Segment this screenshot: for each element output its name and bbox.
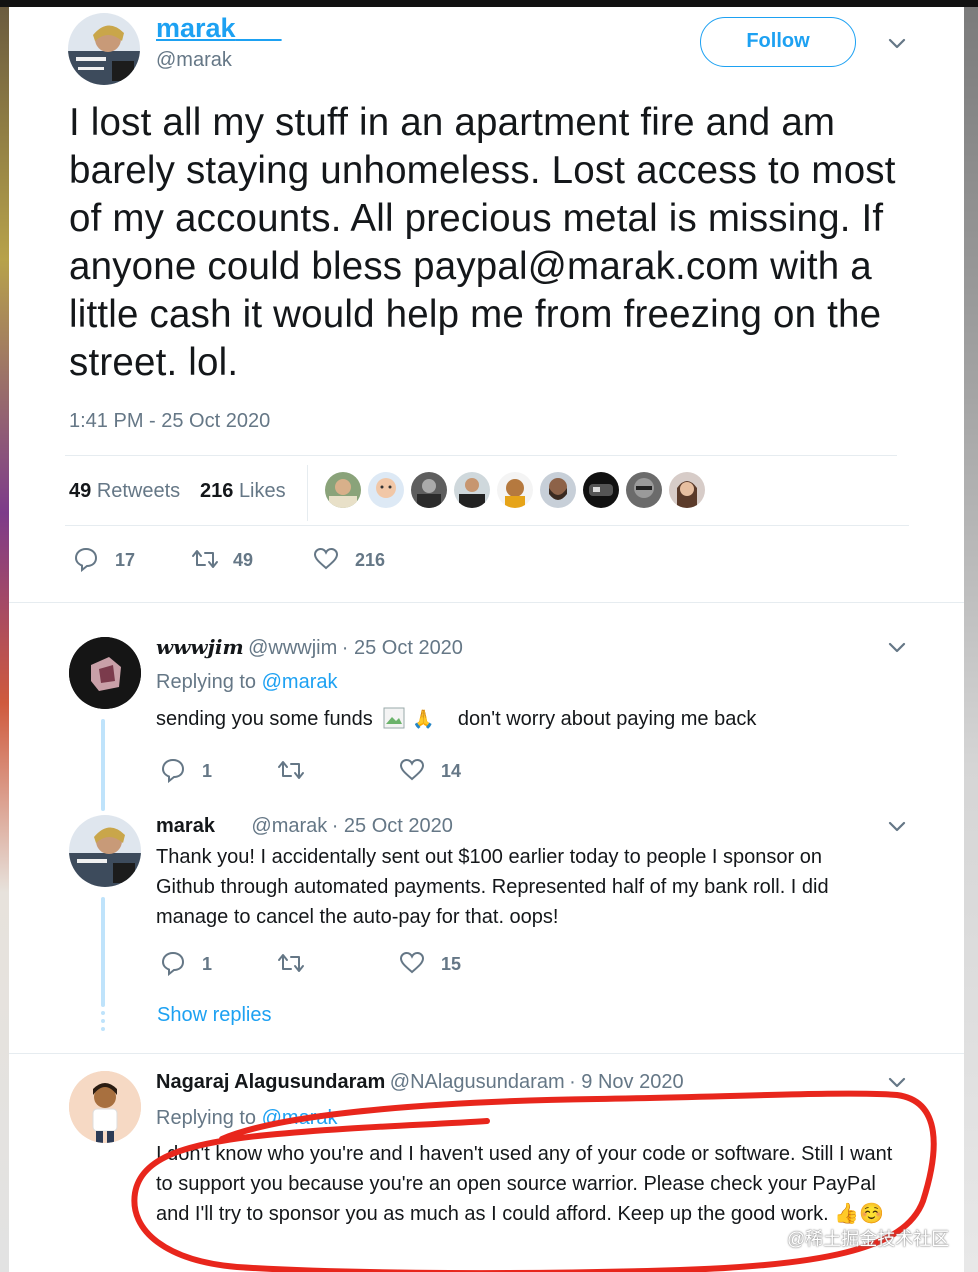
thread-line xyxy=(101,719,105,811)
reply-icon xyxy=(74,547,98,572)
reply-author-handle[interactable]: @marak xyxy=(251,815,327,837)
reply-icon xyxy=(161,758,185,783)
like-count: 14 xyxy=(441,761,462,781)
liker-avatar[interactable] xyxy=(540,472,576,508)
reply-author-handle[interactable]: @NAlagusundaram xyxy=(390,1071,565,1093)
reply-avatar-wwwjim[interactable] xyxy=(69,637,141,709)
follow-button[interactable]: Follow xyxy=(700,17,856,67)
heart-icon xyxy=(399,951,425,974)
retweets-stat[interactable]: 49 Retweets xyxy=(69,480,180,503)
reply-text: I don't know who you're and I haven't us… xyxy=(156,1139,906,1229)
replying-to-label: Replying to xyxy=(156,671,257,693)
liker-avatar[interactable] xyxy=(325,472,361,508)
liker-avatar[interactable] xyxy=(454,472,490,508)
reply-author-handle[interactable]: @wwwjim xyxy=(248,637,337,659)
background-right-edge xyxy=(964,7,978,1272)
vertical-divider xyxy=(307,465,308,521)
reply-author-name[interactable]: marak xyxy=(156,815,215,837)
chevron-down-icon[interactable] xyxy=(888,35,906,53)
retweets-count: 49 xyxy=(69,480,92,502)
divider xyxy=(65,525,909,526)
replying-to-handle[interactable]: @marak xyxy=(262,671,338,693)
retweet-action[interactable]: 49 xyxy=(191,546,271,574)
reply-avatar-marak[interactable] xyxy=(69,815,141,887)
tweet-timestamp[interactable]: 1:41 PM - 25 Oct 2020 xyxy=(69,410,270,433)
praying-hands-icon: 🙏 xyxy=(411,709,435,729)
likes-stat[interactable]: 216 Likes xyxy=(200,480,286,503)
thread-dots xyxy=(101,1011,105,1033)
reply-icon xyxy=(161,951,185,976)
like-count: 216 xyxy=(355,550,386,570)
watermark: @稀土掘金技术社区 xyxy=(787,1229,950,1249)
heart-icon xyxy=(399,758,425,781)
author-avatar[interactable] xyxy=(68,13,140,85)
replying-to-label: Replying to xyxy=(156,1107,257,1129)
replying-to-line: Replying to @marak xyxy=(156,671,338,694)
like-action[interactable]: 14 xyxy=(399,757,479,785)
retweet-icon[interactable] xyxy=(277,757,305,783)
replying-to-handle[interactable]: @marak xyxy=(262,1107,338,1129)
reply-action[interactable]: 1 xyxy=(160,950,220,978)
liker-avatar[interactable] xyxy=(411,472,447,508)
tweet-text: I lost all my stuff in an apartment fire… xyxy=(69,101,896,384)
thumbs-up-smile-emoji: 👍☺️ xyxy=(834,1203,885,1225)
liker-avatar[interactable] xyxy=(626,472,662,508)
liker-avatar[interactable] xyxy=(583,472,619,508)
like-count: 15 xyxy=(441,954,462,974)
retweet-count: 49 xyxy=(233,550,254,570)
author-name-underline xyxy=(236,13,282,43)
retweet-icon[interactable] xyxy=(277,950,305,976)
chevron-down-icon[interactable] xyxy=(888,818,906,836)
section-divider xyxy=(9,1053,964,1054)
reply-count: 1 xyxy=(202,954,213,974)
replying-to-line: Replying to @marak xyxy=(156,1107,338,1130)
heart-icon xyxy=(313,547,339,570)
divider xyxy=(65,455,897,456)
reply-count: 17 xyxy=(115,550,136,570)
liker-avatar[interactable] xyxy=(669,472,705,508)
reply-avatar-nagaraj[interactable] xyxy=(69,1071,141,1143)
reply-count: 1 xyxy=(202,761,213,781)
tweet-card: marak @marak Follow I lost all my stuff … xyxy=(9,7,964,1272)
retweets-label: Retweets xyxy=(96,480,181,502)
reply-text: Thank you! I accidentally sent out $100 … xyxy=(156,846,829,928)
author-name[interactable]: marak xyxy=(156,13,236,43)
reply-action[interactable]: 1 xyxy=(160,757,220,785)
author-handle[interactable]: @marak xyxy=(156,49,232,72)
reply-action[interactable]: 17 xyxy=(73,546,143,574)
section-divider xyxy=(9,602,964,603)
window-top-bar xyxy=(0,0,978,7)
reply-text-body: I don't know who you're and I haven't us… xyxy=(156,1143,893,1225)
broken-image-icon xyxy=(383,707,405,729)
show-replies-link[interactable]: Show replies xyxy=(157,1004,272,1027)
liker-avatar[interactable] xyxy=(368,472,404,508)
like-action[interactable]: 216 xyxy=(313,546,403,574)
likes-label: Likes xyxy=(238,480,286,502)
reply-author-name[interactable]: Nagaraj Alagusundaram xyxy=(156,1071,385,1093)
chevron-down-icon[interactable] xyxy=(888,1074,906,1092)
reply-date[interactable]: · 25 Oct 2020 xyxy=(342,637,463,659)
reply-date[interactable]: · 25 Oct 2020 xyxy=(332,815,453,837)
reply-date[interactable]: · 9 Nov 2020 xyxy=(569,1071,684,1093)
reply-author-name[interactable]: wwwjim xyxy=(156,635,244,659)
likes-count: 216 xyxy=(200,480,234,502)
chevron-down-icon[interactable] xyxy=(888,639,906,657)
reply-text-start: sending you some funds xyxy=(156,708,373,730)
reply-text: sending you some funds 🙏 don't worry abo… xyxy=(156,706,756,731)
thread-line xyxy=(101,897,105,1007)
liker-avatar[interactable] xyxy=(497,472,533,508)
like-action[interactable]: 15 xyxy=(399,950,479,978)
retweet-icon xyxy=(192,550,218,568)
reply-text-end: don't worry about paying me back xyxy=(457,708,757,730)
background-left-edge xyxy=(0,7,9,1272)
